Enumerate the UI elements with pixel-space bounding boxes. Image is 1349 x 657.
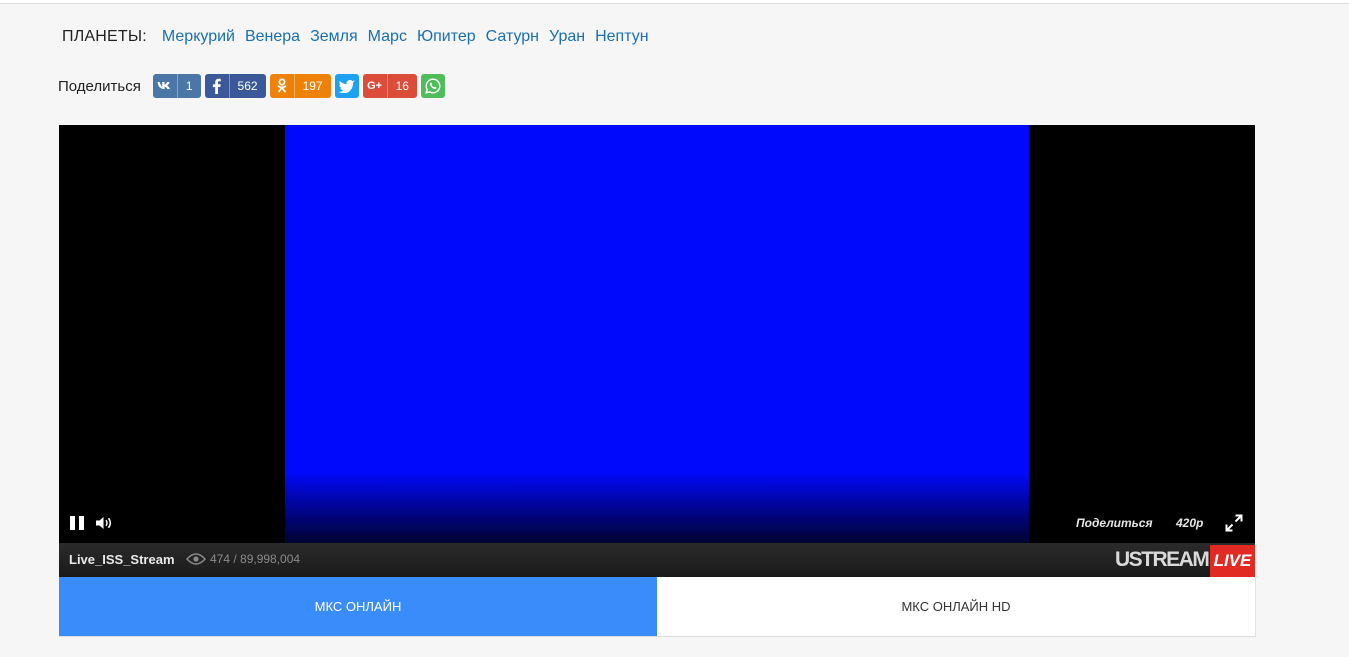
ustream-logo[interactable]: USTREAM bbox=[1115, 548, 1210, 572]
eye-icon bbox=[186, 553, 206, 565]
vk-icon bbox=[153, 74, 177, 98]
stream-tabs: МКС ОНЛАЙН МКС ОНЛАЙН HD bbox=[59, 577, 1256, 637]
planets-nav: ПЛАНЕТЫ: Меркурий Венера Земля Марс Юпит… bbox=[62, 27, 659, 47]
volume-icon[interactable] bbox=[96, 516, 114, 530]
top-border bbox=[0, 0, 1349, 4]
twitter-icon bbox=[335, 74, 359, 98]
quality-selector[interactable]: 420p bbox=[1176, 516, 1203, 530]
fullscreen-icon[interactable] bbox=[1225, 514, 1243, 532]
planet-link-jupiter[interactable]: Юпитер bbox=[417, 28, 476, 46]
pause-icon[interactable] bbox=[70, 516, 84, 530]
live-badge: LIVE bbox=[1210, 545, 1255, 577]
google-plus-share-button[interactable]: G+ 16 bbox=[362, 74, 417, 98]
tab-iss-online[interactable]: МКС ОНЛАЙН bbox=[59, 577, 657, 636]
planet-link-mercury[interactable]: Меркурий bbox=[162, 28, 235, 46]
odnoklassniki-share-count: 197 bbox=[293, 74, 331, 98]
planet-link-saturn[interactable]: Сатурн bbox=[486, 28, 539, 46]
facebook-icon bbox=[205, 74, 229, 98]
odnoklassniki-icon bbox=[270, 74, 294, 98]
google-plus-share-count: 16 bbox=[386, 74, 417, 98]
vk-share-count: 1 bbox=[176, 74, 201, 98]
planet-link-uranus[interactable]: Уран bbox=[549, 28, 585, 46]
viewer-count-text: 474 / 89,998,004 bbox=[210, 552, 301, 566]
tab-iss-online-hd[interactable]: МКС ОНЛАЙН HD bbox=[657, 577, 1256, 636]
viewer-count: 474 / 89,998,004 bbox=[186, 552, 300, 566]
facebook-share-count: 562 bbox=[228, 74, 266, 98]
planets-label: ПЛАНЕТЫ: bbox=[62, 28, 147, 45]
share-bar: Поделиться 1 562 197 G+ 16 bbox=[58, 74, 449, 98]
video-screen[interactable] bbox=[285, 125, 1029, 543]
player-share-button[interactable]: Поделиться bbox=[1076, 516, 1153, 530]
vk-share-button[interactable]: 1 bbox=[152, 74, 201, 98]
planet-link-venus[interactable]: Венера bbox=[245, 28, 300, 46]
whatsapp-share-button[interactable] bbox=[420, 74, 445, 98]
planet-link-mars[interactable]: Марс bbox=[368, 28, 407, 46]
twitter-share-button[interactable] bbox=[334, 74, 359, 98]
video-player[interactable]: Поделиться 420p Live_ISS_Stream 474 / 89… bbox=[59, 125, 1255, 577]
share-label: Поделиться bbox=[58, 77, 141, 95]
planet-link-earth[interactable]: Земля bbox=[310, 28, 358, 46]
facebook-share-button[interactable]: 562 bbox=[204, 74, 266, 98]
whatsapp-icon bbox=[421, 74, 445, 98]
player-info-bar: Live_ISS_Stream 474 / 89,998,004 USTREAM… bbox=[59, 543, 1255, 577]
odnoklassniki-share-button[interactable]: 197 bbox=[269, 74, 331, 98]
stream-name[interactable]: Live_ISS_Stream bbox=[69, 552, 175, 567]
google-plus-icon: G+ bbox=[367, 80, 383, 92]
planet-link-neptune[interactable]: Нептун bbox=[595, 28, 648, 46]
